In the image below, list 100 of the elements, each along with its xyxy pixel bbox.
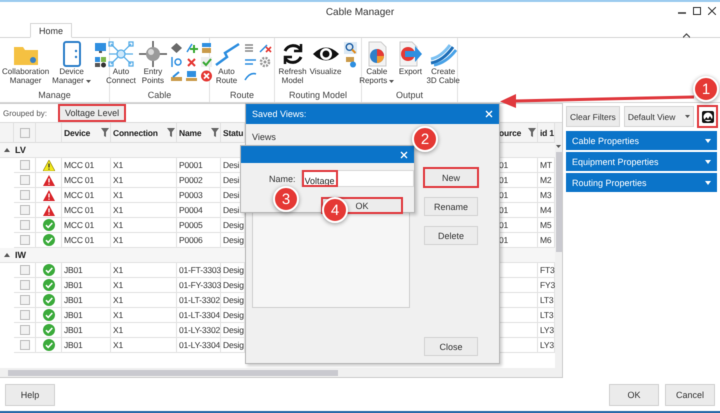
caret-icon xyxy=(705,180,711,184)
vertical-scrollbar[interactable] xyxy=(555,123,562,377)
column-header[interactable]: Device xyxy=(62,123,111,142)
table-cell: P0003 xyxy=(179,190,203,200)
ribbon-button[interactable]: Cable Reports xyxy=(359,41,394,85)
name-label: Name: xyxy=(269,174,296,184)
table-cell: X1 xyxy=(113,310,123,320)
table-cell: JB01 xyxy=(64,340,83,350)
table-cell: P0005 xyxy=(179,220,203,230)
export-icon xyxy=(397,41,424,67)
table-cell: Desig xyxy=(223,325,244,335)
network-icon xyxy=(107,41,135,67)
clear-filters-button[interactable]: Clear Filters xyxy=(566,106,620,127)
table-cell: Desig xyxy=(223,220,244,230)
maximize-icon xyxy=(693,7,701,15)
table-cell: LT3 xyxy=(540,295,554,305)
ribbon-button[interactable]: Auto Route xyxy=(212,41,240,85)
column-header[interactable]: Connection xyxy=(111,123,177,142)
ribbon-button[interactable]: Export xyxy=(397,41,424,76)
table-cell: JB01 xyxy=(64,310,83,320)
dialog-button[interactable]: Delete xyxy=(424,226,478,245)
cancel-icon xyxy=(200,70,213,82)
help-button[interactable]: Help xyxy=(5,384,55,406)
table-cell: Desi xyxy=(223,175,240,185)
cancel-button[interactable]: Cancel xyxy=(665,384,715,406)
table-cell: Desig xyxy=(223,340,244,350)
checkbox[interactable] xyxy=(20,340,30,350)
table-cell: LT3 xyxy=(540,310,554,320)
ribbon-button[interactable]: Collaboration Manager xyxy=(2,41,50,85)
zoom-icon xyxy=(344,42,358,54)
view-dropdown[interactable]: Default View xyxy=(624,106,694,127)
plus-icon xyxy=(184,42,198,54)
group-label: Routing Model xyxy=(288,90,348,102)
dialog-button[interactable]: Rename xyxy=(424,197,478,216)
name-field[interactable]: Voltage xyxy=(300,170,414,187)
table-cell: MCC 01 xyxy=(64,220,94,230)
table-cell: Desig xyxy=(223,235,244,245)
section-header[interactable]: Routing Properties xyxy=(566,173,717,192)
checkbox[interactable] xyxy=(20,280,30,290)
ribbon-button[interactable]: Device Manager xyxy=(52,41,91,85)
checkbox[interactable] xyxy=(20,265,30,275)
filter-icon xyxy=(101,128,109,137)
table-cell: P0002 xyxy=(179,175,203,185)
group-label: Cable xyxy=(146,90,172,102)
caret-icon xyxy=(556,145,561,148)
checkbox[interactable] xyxy=(20,220,30,230)
column-header[interactable]: Name xyxy=(177,123,221,142)
table-cell: JB01 xyxy=(64,280,83,290)
caret-icon xyxy=(705,160,711,164)
checkbox[interactable] xyxy=(20,295,30,305)
close-button[interactable]: Close xyxy=(424,337,478,356)
section-header[interactable]: Equipment Properties xyxy=(566,152,717,171)
image-button[interactable] xyxy=(698,106,717,127)
dialog-button[interactable]: New xyxy=(424,168,478,187)
checkbox[interactable] xyxy=(20,128,30,138)
table-cell: X1 xyxy=(113,220,123,230)
close-icon xyxy=(708,7,716,15)
checkbox[interactable] xyxy=(20,310,30,320)
expander-icon xyxy=(4,253,10,257)
checkbox[interactable] xyxy=(20,325,30,335)
table-cell: Desig xyxy=(223,280,244,290)
horizontal-scrollbar[interactable] xyxy=(0,368,555,377)
expander-icon xyxy=(4,148,10,152)
ribbon-button[interactable]: Auto Connect xyxy=(106,41,136,85)
table-cell: M5 xyxy=(540,220,552,230)
table-cell: 01-LY-3304 xyxy=(179,340,220,350)
ribbon-tab[interactable]: Home xyxy=(30,23,72,38)
checkbox[interactable] xyxy=(20,190,30,200)
filter-icon xyxy=(528,128,536,137)
stack-icon xyxy=(200,42,213,54)
table-cell: X1 xyxy=(113,265,123,275)
table-cell: MT xyxy=(540,160,552,170)
table-cell: MCC 01 xyxy=(64,190,94,200)
close-icon xyxy=(485,110,493,118)
checkbox[interactable] xyxy=(20,205,30,215)
bracket-icon xyxy=(170,56,183,68)
group-chip[interactable]: Voltage Level xyxy=(59,105,126,121)
caret-icon xyxy=(389,80,394,83)
ok-button[interactable]: OK xyxy=(609,384,659,406)
ribbon-button[interactable]: Entry Points xyxy=(138,41,167,85)
section-header[interactable]: Cable Properties xyxy=(566,131,717,150)
group-label: LV xyxy=(15,145,26,155)
dialog-title: Saved Views: xyxy=(252,109,306,119)
table-cell: 01-LT-3302 xyxy=(179,295,220,305)
ribbon-button[interactable]: Visualize xyxy=(310,41,342,76)
table-cell: P0004 xyxy=(179,205,203,215)
checkbox[interactable] xyxy=(20,235,30,245)
table-cell: X1 xyxy=(113,235,123,245)
table-cell: X1 xyxy=(113,205,123,215)
checkbox[interactable] xyxy=(20,175,30,185)
views-label: Views xyxy=(252,132,277,142)
image-icon xyxy=(702,110,714,122)
checkbox[interactable] xyxy=(20,160,30,170)
table-cell: M3 xyxy=(540,190,552,200)
ribbon-button[interactable]: Refresh Model xyxy=(278,41,307,85)
cross-icon xyxy=(258,42,272,54)
sphere-icon xyxy=(138,41,167,67)
table-cell: X1 xyxy=(113,325,123,335)
ribbon-button[interactable]: Create 3D Cable xyxy=(426,41,460,85)
grid-icon xyxy=(94,56,107,68)
